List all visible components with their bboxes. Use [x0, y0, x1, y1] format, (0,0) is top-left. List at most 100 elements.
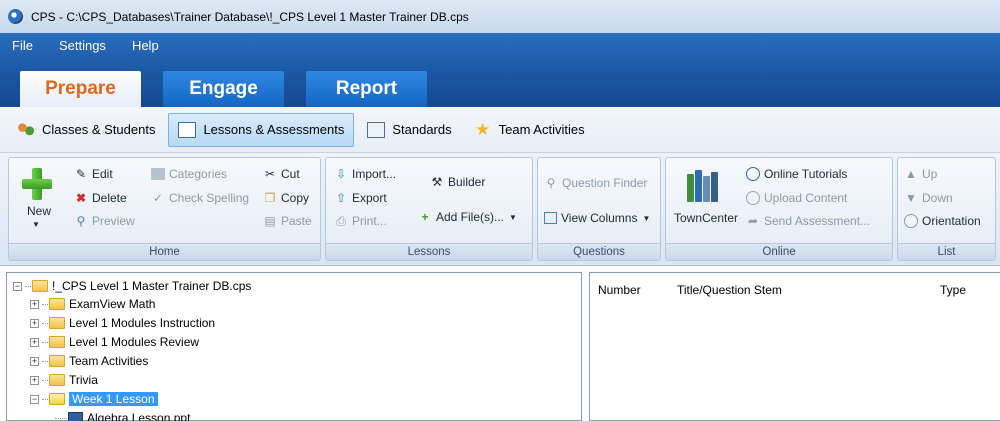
folder-icon	[49, 374, 65, 386]
folder-icon	[49, 336, 65, 348]
group-label-lessons: Lessons	[326, 243, 532, 260]
tree-item[interactable]: + ExamView Math	[30, 295, 155, 313]
check-spelling-button[interactable]: ✓ Check Spelling	[151, 191, 249, 205]
upload-content-button[interactable]: Upload Content	[746, 191, 847, 205]
lesson-tree-pane[interactable]: − !_CPS Level 1 Master Trainer DB.cps + …	[6, 272, 582, 421]
expand-icon[interactable]: +	[30, 299, 39, 309]
subtab-standards[interactable]: Standards	[358, 113, 460, 147]
printer-icon: ⎙	[336, 214, 346, 228]
question-finder-button[interactable]: ⚲ Question Finder	[544, 176, 648, 190]
chevron-down-icon: ▼	[642, 213, 651, 223]
folder-icon	[49, 317, 65, 329]
ribbon-group-questions: ⚲ Question Finder View Columns ▼ Question…	[537, 157, 661, 261]
tree-item-label: Week 1 Lesson	[69, 392, 158, 406]
copy-button[interactable]: ❐ Copy	[263, 191, 309, 205]
check-spelling-label: Check Spelling	[169, 191, 250, 205]
tree-child-label: Algebra Lesson.ppt	[87, 411, 191, 421]
tree-item[interactable]: + Trivia	[30, 371, 98, 389]
down-button[interactable]: ▼ Down	[904, 191, 953, 205]
orientation-button[interactable]: Orientation	[904, 214, 981, 228]
column-header-type[interactable]: Type	[940, 273, 966, 307]
tree-item[interactable]: + Level 1 Modules Review	[30, 333, 199, 351]
send-icon: ➦	[747, 214, 759, 228]
edit-label: Edit	[92, 167, 113, 181]
arrow-down-icon: ▼	[905, 191, 917, 205]
builder-label: Builder	[448, 175, 486, 189]
export-button[interactable]: ⇧ Export	[334, 191, 387, 205]
tree-root[interactable]: − !_CPS Level 1 Master Trainer DB.cps	[13, 277, 251, 295]
tree-item-label: Team Activities	[69, 354, 149, 368]
expand-icon[interactable]: +	[30, 375, 39, 385]
tree-item-label: Level 1 Modules Review	[69, 335, 200, 349]
edit-button[interactable]: ✎ Edit	[74, 167, 113, 181]
menu-settings[interactable]: Settings	[46, 38, 119, 53]
question-finder-label: Question Finder	[562, 176, 648, 190]
header-band: File Settings Help Prepare Engage Report	[0, 33, 1000, 107]
column-header-title[interactable]: Title/Question Stem	[677, 273, 782, 307]
tab-prepare[interactable]: Prepare	[20, 71, 141, 107]
add-files-button[interactable]: + Add File(s)... ▼	[418, 210, 517, 224]
tree-child[interactable]: Algebra Lesson.ppt	[55, 409, 190, 421]
builder-button[interactable]: ⚒ Builder	[430, 175, 486, 189]
group-label-questions: Questions	[538, 243, 660, 260]
open-folder-icon	[49, 393, 65, 405]
menu-help[interactable]: Help	[119, 38, 172, 53]
menu-bar: File Settings Help	[0, 38, 172, 53]
subtab-lessons-assessments[interactable]: Lessons & Assessments	[168, 112, 355, 147]
expand-icon[interactable]: +	[30, 356, 39, 366]
app-icon	[8, 9, 23, 24]
categories-button[interactable]: Categories	[151, 167, 227, 181]
up-button[interactable]: ▲ Up	[904, 167, 937, 181]
tab-report[interactable]: Report	[306, 71, 427, 107]
import-label: Import...	[352, 167, 397, 181]
new-label: New	[27, 204, 52, 218]
group-label-list: List	[898, 243, 995, 260]
online-tutorials-button[interactable]: Online Tutorials	[746, 167, 847, 181]
copy-label: Copy	[281, 191, 310, 205]
tree-item-label: Level 1 Modules Instruction	[69, 316, 216, 330]
delete-label: Delete	[92, 191, 127, 205]
tree-item-label: ExamView Math	[69, 297, 156, 311]
delete-button[interactable]: ✖ Delete	[74, 191, 127, 205]
subtab-classes-students[interactable]: Classes & Students	[8, 113, 164, 147]
upload-icon	[746, 191, 760, 205]
folder-icon	[49, 298, 65, 310]
expand-icon[interactable]: +	[30, 318, 39, 328]
globe-icon	[746, 167, 760, 181]
chevron-down-icon: ▼	[32, 220, 40, 229]
subtab-team-activities[interactable]: ★ Team Activities	[465, 113, 594, 147]
column-header-number[interactable]: Number	[598, 273, 641, 307]
star-icon: ★	[475, 119, 491, 139]
tree-root-label: !_CPS Level 1 Master Trainer DB.cps	[52, 279, 252, 293]
books-icon	[687, 170, 719, 202]
collapse-icon[interactable]: −	[30, 394, 39, 404]
expand-icon[interactable]: +	[30, 337, 39, 347]
collapse-icon[interactable]: −	[13, 281, 22, 291]
tree-item-selected[interactable]: − Week 1 Lesson	[30, 390, 158, 408]
people-icon	[17, 121, 35, 138]
send-assessment-button[interactable]: ➦ Send Assessment...	[746, 214, 870, 228]
tree-item[interactable]: + Team Activities	[30, 352, 148, 370]
import-button[interactable]: ⇩ Import...	[334, 167, 396, 181]
cut-button[interactable]: ✂ Cut	[263, 167, 300, 181]
tree-item[interactable]: + Level 1 Modules Instruction	[30, 314, 215, 332]
preview-button[interactable]: ⚲ Preview	[74, 214, 135, 228]
chevron-down-icon: ▼	[509, 212, 517, 222]
ribbon-group-online: TownCenter Online Tutorials Upload Conte…	[665, 157, 893, 261]
paste-button[interactable]: ▤ Paste	[263, 214, 311, 228]
tab-engage[interactable]: Engage	[163, 71, 284, 107]
preview-label: Preview	[92, 214, 135, 228]
folder-icon	[49, 355, 65, 367]
subtab-label: Team Activities	[498, 122, 585, 137]
view-columns-button[interactable]: View Columns ▼	[544, 211, 650, 225]
question-list-pane[interactable]: Number Title/Question Stem Type	[589, 272, 1000, 421]
print-button[interactable]: ⎙ Print...	[334, 214, 387, 228]
menu-file[interactable]: File	[0, 38, 46, 53]
group-label-home: Home	[9, 243, 320, 260]
hammer-icon: ⚒	[431, 175, 443, 189]
delete-x-icon: ✖	[75, 191, 87, 205]
add-files-label: Add File(s)...	[436, 210, 505, 224]
ribbon-group-list: ▲ Up ▼ Down Orientation List	[897, 157, 996, 261]
new-button[interactable]: New ▼	[11, 160, 63, 240]
towncenter-button[interactable]: TownCenter	[668, 160, 738, 240]
